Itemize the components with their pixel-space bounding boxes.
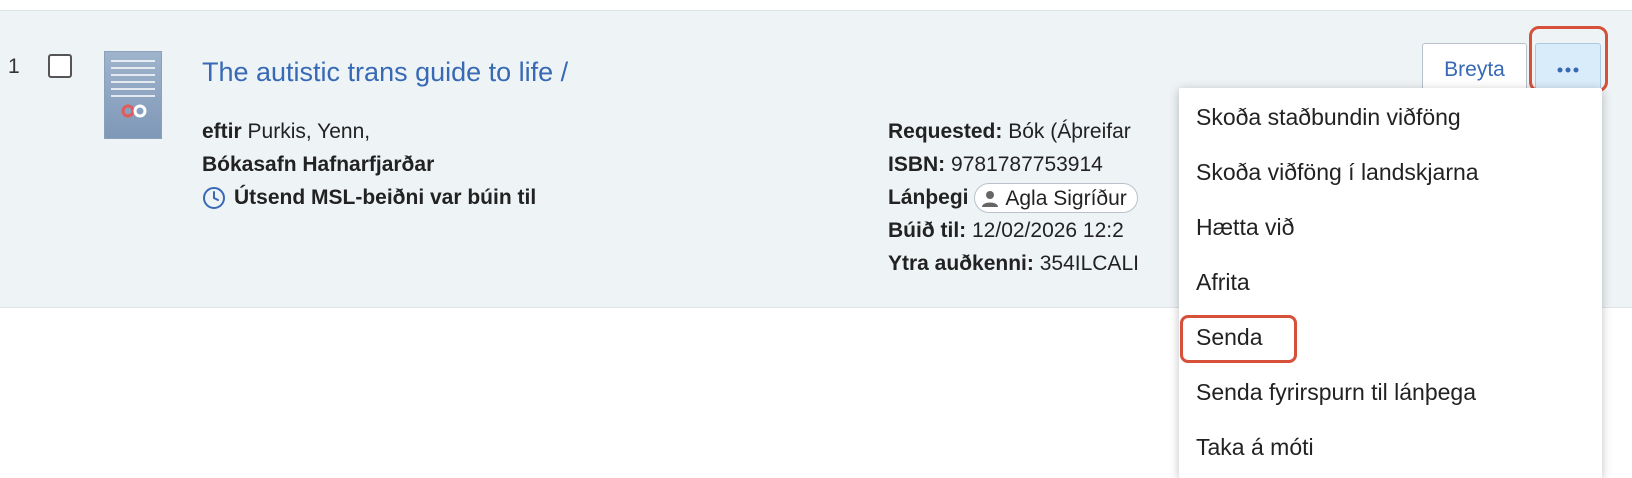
row-index: 1 bbox=[8, 55, 20, 78]
book-cover-thumbnail[interactable] bbox=[104, 51, 162, 139]
menu-item-send[interactable]: Senda bbox=[1179, 310, 1602, 365]
author-label: eftir bbox=[202, 120, 242, 143]
external-id-label: Ytra auðkenni: bbox=[888, 252, 1034, 275]
row-checkbox[interactable] bbox=[48, 54, 72, 78]
created-line: Búið til: 12/02/2026 12:2 bbox=[888, 214, 1178, 247]
menu-item-cancel[interactable]: Hætta við bbox=[1179, 200, 1602, 255]
external-id-line: Ytra auðkenni: 354ILCALI bbox=[888, 247, 1178, 280]
menu-item-duplicate[interactable]: Afrita bbox=[1179, 255, 1602, 310]
library-name: Bókasafn Hafnarfjarðar bbox=[202, 153, 435, 176]
isbn-line: ISBN: 9781787753914 bbox=[888, 148, 1178, 181]
ellipsis-icon bbox=[1557, 67, 1579, 73]
infinity-icon bbox=[121, 104, 147, 118]
requested-label: Requested: bbox=[888, 120, 1003, 143]
patron-line: Lánþegi Agla Sigríður bbox=[888, 181, 1178, 214]
patron-name: Agla Sigríður bbox=[1005, 186, 1127, 210]
page: 1 The autistic trans guide to life / eft… bbox=[0, 0, 1632, 478]
author-line: eftir Purkis, Yenn, bbox=[202, 115, 536, 148]
actions-dropdown-menu: Skoða staðbundin viðföng Skoða viðföng í… bbox=[1179, 88, 1602, 478]
request-status: Útsend MSL-beiðni var búin til bbox=[202, 181, 536, 214]
cover-title-text bbox=[111, 60, 155, 98]
created-label: Búið til: bbox=[888, 219, 967, 242]
external-id-value: 354ILCALI bbox=[1039, 252, 1139, 275]
user-icon bbox=[982, 191, 999, 208]
patron-label: Lánþegi bbox=[888, 186, 969, 209]
clock-icon bbox=[203, 186, 225, 209]
record-meta-left: eftir Purkis, Yenn, Bókasafn Hafnarfjarð… bbox=[202, 115, 536, 214]
menu-item-view-network-items[interactable]: Skoða viðföng í landskjarna bbox=[1179, 145, 1602, 200]
requested-line: Requested: Bók (Áþreifar bbox=[888, 115, 1178, 148]
isbn-value: 9781787753914 bbox=[951, 153, 1103, 176]
menu-item-query-patron[interactable]: Senda fyrirspurn til lánþega bbox=[1179, 365, 1602, 420]
record-title-link[interactable]: The autistic trans guide to life / bbox=[202, 57, 568, 88]
requested-value: Bók (Áþreifar bbox=[1008, 120, 1131, 143]
record-meta-right: Requested: Bók (Áþreifar ISBN: 978178775… bbox=[888, 115, 1178, 280]
author-value: Purkis, Yenn, bbox=[247, 120, 371, 143]
patron-chip[interactable]: Agla Sigríður bbox=[974, 183, 1138, 214]
status-text: Útsend MSL-beiðni var búin til bbox=[234, 186, 537, 209]
menu-item-receive[interactable]: Taka á móti bbox=[1179, 420, 1602, 475]
isbn-label: ISBN: bbox=[888, 153, 946, 176]
menu-item-view-local-items[interactable]: Skoða staðbundin viðföng bbox=[1179, 90, 1602, 145]
created-value: 12/02/2026 12:2 bbox=[972, 219, 1124, 242]
